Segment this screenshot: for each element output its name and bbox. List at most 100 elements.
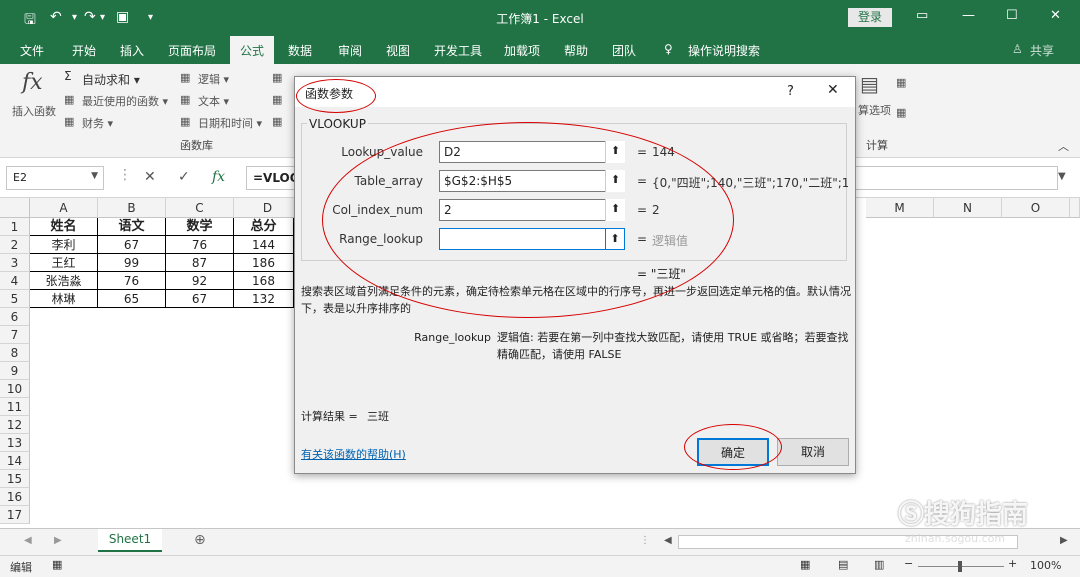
calc-sheet-icon[interactable]: ▦ (896, 106, 906, 119)
sheet-tab-sheet1[interactable]: Sheet1 (98, 529, 162, 552)
row-header[interactable]: 15 (0, 470, 30, 488)
zoom-slider-thumb[interactable] (958, 561, 962, 572)
recent-functions-button[interactable]: 最近使用的函数 ▾ (82, 93, 168, 109)
column-header[interactable]: A (30, 198, 98, 218)
row-header[interactable]: 9 (0, 362, 30, 380)
tab-data[interactable]: 数据 (288, 42, 312, 59)
tab-home[interactable]: 开始 (72, 42, 96, 59)
next-sheet-icon[interactable]: ▶ (54, 535, 62, 546)
page-layout-view-icon[interactable]: ▤ (838, 558, 848, 571)
column-header[interactable]: C (166, 198, 234, 218)
table-cell[interactable]: 99 (98, 254, 166, 272)
login-button[interactable]: 登录 (848, 8, 892, 27)
macro-record-icon[interactable]: ▦ (52, 558, 62, 571)
table-cell[interactable]: 数学 (166, 218, 234, 236)
calc-now-icon[interactable]: ▦ (896, 76, 906, 89)
table-cell[interactable]: 总分 (234, 218, 294, 236)
prev-sheet-icon[interactable]: ◀ (24, 535, 32, 546)
table-cell[interactable]: 65 (98, 290, 166, 308)
tab-review[interactable]: 审阅 (338, 42, 362, 59)
tab-view[interactable]: 视图 (386, 42, 410, 59)
row-header[interactable]: 11 (0, 398, 30, 416)
table-cell[interactable]: 144 (234, 236, 294, 254)
row-header[interactable]: 6 (0, 308, 30, 326)
collapse-ribbon-icon[interactable]: ︿ (1058, 138, 1069, 154)
page-break-view-icon[interactable]: ▥ (874, 558, 884, 571)
tab-developer[interactable]: 开发工具 (434, 42, 482, 59)
column-header[interactable]: O (1002, 198, 1070, 218)
maximize-icon[interactable]: ☐ (1006, 8, 1018, 23)
table-cell[interactable]: 168 (234, 272, 294, 290)
ribbon-display-icon[interactable]: ▭ (916, 8, 928, 23)
enter-icon[interactable]: ✓ (178, 169, 190, 185)
scroll-right-icon[interactable]: ▶ (1060, 535, 1068, 546)
row-header[interactable]: 2 (0, 236, 30, 254)
table-cell[interactable]: 王红 (30, 254, 98, 272)
lookup-icon[interactable]: ▦ (272, 71, 282, 84)
select-all-corner[interactable] (0, 198, 30, 218)
column-header[interactable] (1070, 198, 1080, 218)
tell-me-search[interactable]: 操作说明搜索 (688, 42, 760, 59)
table-cell[interactable]: 76 (166, 236, 234, 254)
name-box[interactable]: E2 ▼ (6, 166, 104, 190)
add-sheet-icon[interactable]: ⊕ (194, 532, 206, 548)
minimize-icon[interactable]: — (962, 8, 975, 23)
fx-icon[interactable]: fx (22, 70, 43, 95)
column-header[interactable]: N (934, 198, 1002, 218)
zoom-level[interactable]: 100% (1030, 559, 1061, 572)
insert-function-fx-icon[interactable]: fx (212, 169, 225, 185)
tab-formulas[interactable]: 公式 (230, 36, 275, 64)
row-header[interactable]: 17 (0, 506, 30, 524)
table-cell[interactable]: 67 (166, 290, 234, 308)
table-cell[interactable]: 张浩淼 (30, 272, 98, 290)
cancel-button[interactable]: 取消 (777, 438, 849, 466)
row-header[interactable]: 16 (0, 488, 30, 506)
autosum-button[interactable]: 自动求和 ▾ (82, 71, 140, 88)
tab-team[interactable]: 团队 (612, 42, 636, 59)
table-cell[interactable]: 语文 (98, 218, 166, 236)
column-header[interactable]: B (98, 198, 166, 218)
table-cell[interactable]: 67 (98, 236, 166, 254)
tab-insert[interactable]: 插入 (120, 42, 144, 59)
scroll-left-icon[interactable]: ◀ (664, 535, 672, 546)
row-header[interactable]: 4 (0, 272, 30, 290)
logical-button[interactable]: 逻辑 ▾ (198, 71, 229, 87)
row-header[interactable]: 12 (0, 416, 30, 434)
table-cell[interactable]: 132 (234, 290, 294, 308)
row-header[interactable]: 14 (0, 452, 30, 470)
expand-formula-bar-icon[interactable]: ▼ (1058, 171, 1066, 182)
text-button[interactable]: 文本 ▾ (198, 93, 229, 109)
function-help-link[interactable]: 有关该函数的帮助(H) (301, 446, 406, 462)
row-header[interactable]: 3 (0, 254, 30, 272)
row-header[interactable]: 13 (0, 434, 30, 452)
table-cell[interactable]: 林琳 (30, 290, 98, 308)
help-icon[interactable]: ? (787, 84, 794, 99)
table-cell[interactable]: 李利 (30, 236, 98, 254)
tab-addins[interactable]: 加载项 (504, 42, 540, 59)
datetime-button[interactable]: 日期和时间 ▾ (198, 115, 262, 131)
column-header[interactable]: M (866, 198, 934, 218)
row-header[interactable]: 5 (0, 290, 30, 308)
share-button[interactable]: 共享 (1030, 42, 1054, 59)
table-cell[interactable]: 87 (166, 254, 234, 272)
more-functions-icon[interactable]: ▦ (272, 115, 282, 128)
tab-help[interactable]: 帮助 (564, 42, 588, 59)
row-header[interactable]: 7 (0, 326, 30, 344)
cancel-icon[interactable]: ✕ (144, 169, 156, 185)
table-cell[interactable]: 76 (98, 272, 166, 290)
row-header[interactable]: 10 (0, 380, 30, 398)
autosum-icon[interactable]: Σ (64, 69, 72, 83)
insert-function-button[interactable]: 插入函数 (12, 103, 56, 119)
calc-options-button[interactable]: 算选项 (858, 102, 891, 118)
table-cell[interactable]: 92 (166, 272, 234, 290)
table-cell[interactable]: 186 (234, 254, 294, 272)
zoom-out-icon[interactable]: − (904, 557, 913, 570)
tab-file[interactable]: 文件 (20, 42, 44, 59)
table-cell[interactable]: 姓名 (30, 218, 98, 236)
row-header[interactable]: 8 (0, 344, 30, 362)
close-icon[interactable]: ✕ (1050, 8, 1061, 23)
financial-button[interactable]: 财务 ▾ (82, 115, 113, 131)
name-box-dropdown-icon[interactable]: ▼ (91, 171, 98, 181)
row-header[interactable]: 1 (0, 218, 30, 236)
dialog-close-icon[interactable]: ✕ (827, 82, 839, 98)
